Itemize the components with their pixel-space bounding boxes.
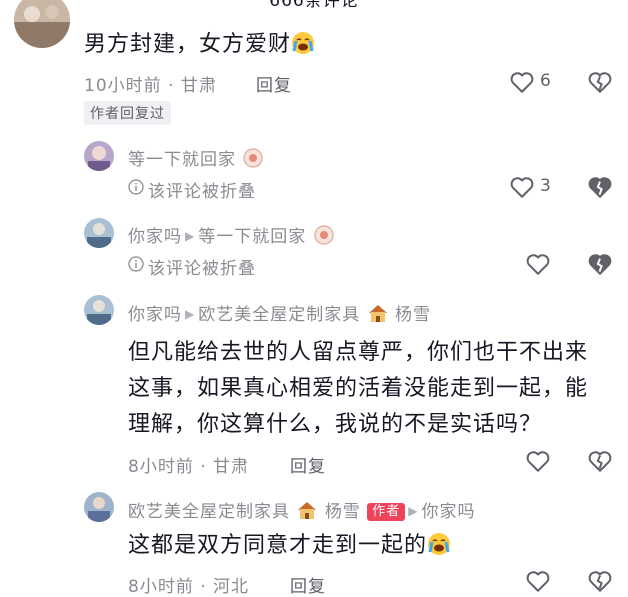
heart-outline-icon xyxy=(526,451,550,472)
reply-author[interactable]: 你家吗 ▶ 欧艺美全屋定制家具 杨雪 xyxy=(128,300,431,325)
dislike-button[interactable] xyxy=(587,174,613,200)
broken-heart-icon xyxy=(588,254,612,275)
reply-author[interactable]: 等一下就回家 xyxy=(128,145,264,170)
avatar[interactable] xyxy=(84,218,114,248)
like-count: 6 xyxy=(540,71,551,91)
heart-outline-icon xyxy=(510,72,534,93)
avatar[interactable] xyxy=(14,0,70,48)
crying-face-emoji-icon xyxy=(291,32,315,57)
reply-text: 这都是双方同意才走到一起的 xyxy=(128,528,451,564)
author-replied-badge: 作者回复过 xyxy=(84,101,171,125)
collapsed-notice[interactable]: 该评论被折叠 xyxy=(128,177,256,202)
broken-heart-icon xyxy=(588,72,612,93)
dislike-button[interactable] xyxy=(587,568,613,594)
comment-count-title: 666条评论 xyxy=(269,0,359,11)
flower-emoji-icon xyxy=(242,148,264,170)
reply-meta: 8小时前 · 甘肃 xyxy=(128,457,250,477)
avatar[interactable] xyxy=(84,295,114,325)
avatar[interactable] xyxy=(84,141,114,171)
heart-outline-icon xyxy=(510,177,534,198)
broken-heart-icon xyxy=(588,177,612,198)
author-badge: 作者 xyxy=(367,503,406,521)
avatar[interactable] xyxy=(84,492,114,522)
like-button[interactable] xyxy=(525,448,551,474)
flower-emoji-icon xyxy=(313,225,335,247)
like-button[interactable] xyxy=(525,568,551,594)
collapsed-notice[interactable]: 该评论被折叠 xyxy=(128,254,256,279)
house-emoji-icon xyxy=(367,305,389,325)
reply-to-name: 欧艺美全屋定制家具 xyxy=(198,305,361,325)
reply-button[interactable]: 回复 xyxy=(290,452,326,477)
reply-author[interactable]: 你家吗 ▶ 等一下就回家 xyxy=(128,222,335,247)
heart-outline-icon xyxy=(526,254,550,275)
reply-button[interactable]: 回复 xyxy=(290,572,326,597)
dislike-button[interactable] xyxy=(587,69,613,95)
crying-face-emoji-icon xyxy=(427,533,451,558)
play-triangle-icon: ▶ xyxy=(185,307,196,321)
comment-meta: 10小时前 · 甘肃 xyxy=(84,76,217,96)
play-triangle-icon: ▶ xyxy=(185,229,196,243)
house-emoji-icon xyxy=(296,502,318,522)
reply-button[interactable]: 回复 xyxy=(256,71,292,96)
like-button[interactable] xyxy=(509,69,535,95)
reply-text: 但凡能给去世的人留点尊严，你们也干不出来 这事，如果真心相爱的活着没能走到一起，… xyxy=(128,340,589,437)
info-circle-icon xyxy=(128,256,144,277)
comment-text: 男方封建，女方爱财 xyxy=(84,27,315,63)
like-button[interactable] xyxy=(525,251,551,277)
dislike-button[interactable] xyxy=(587,251,613,277)
reply-author[interactable]: 欧艺美全屋定制家具 杨雪 作者 ▶ 你家吗 xyxy=(128,497,475,522)
broken-heart-icon xyxy=(588,571,612,592)
info-circle-icon xyxy=(128,179,144,200)
play-triangle-icon: ▶ xyxy=(408,504,419,518)
reply-meta: 8小时前 · 河北 xyxy=(128,577,250,597)
reply-to-name: 等一下就回家 xyxy=(198,227,307,247)
dislike-button[interactable] xyxy=(587,448,613,474)
like-button[interactable] xyxy=(509,174,535,200)
like-count: 3 xyxy=(540,176,551,196)
heart-outline-icon xyxy=(526,571,550,592)
reply-to-name: 你家吗 xyxy=(421,502,476,522)
broken-heart-icon xyxy=(588,451,612,472)
